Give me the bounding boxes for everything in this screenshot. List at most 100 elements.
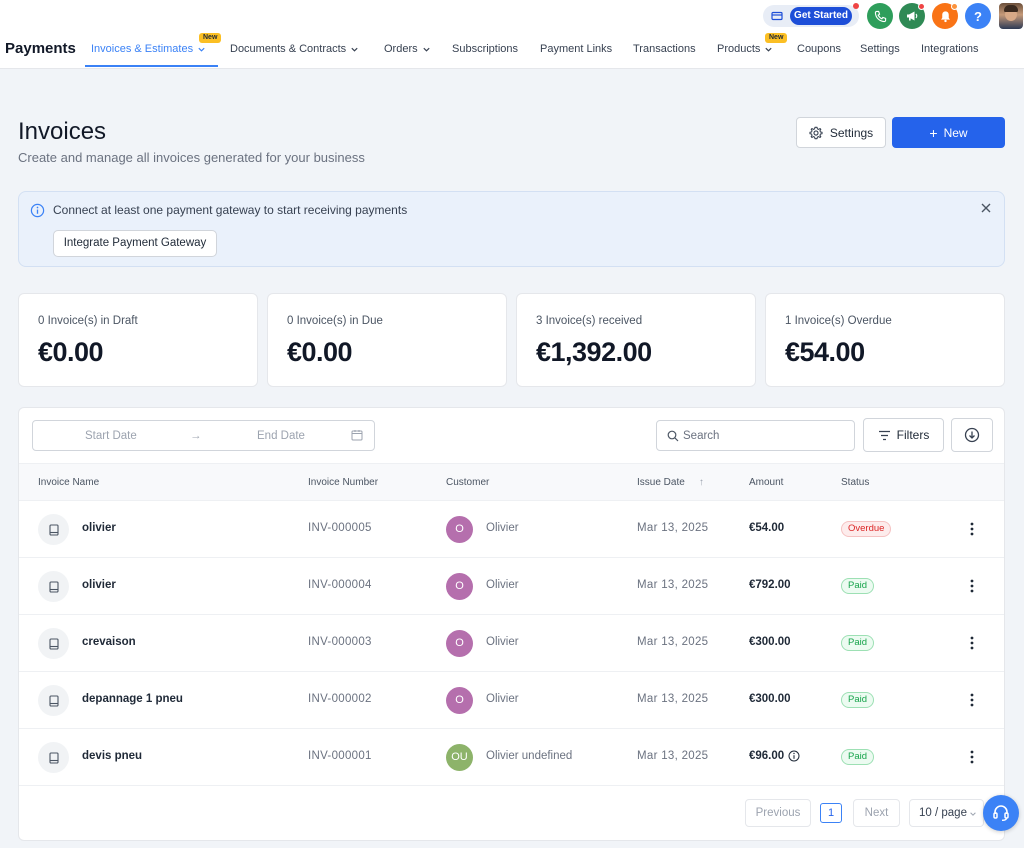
phone-button[interactable]	[867, 3, 893, 29]
invoice-number: INV-000003	[308, 636, 372, 648]
more-vertical-icon[interactable]	[969, 521, 975, 537]
status-badge: Paid	[841, 635, 875, 651]
customer-name: Olivier	[486, 579, 519, 591]
page-number-button[interactable]: 1	[820, 803, 842, 823]
customer-name: Olivier	[486, 522, 519, 534]
nav-label: Orders	[384, 43, 418, 55]
previous-page-button[interactable]: Previous	[745, 799, 811, 827]
top-utility-bar: Get Started ?	[0, 0, 1024, 32]
search-icon	[667, 430, 679, 442]
column-header-label: Issue Date	[637, 477, 685, 488]
announcements-button[interactable]	[899, 3, 925, 29]
chevron-down-icon	[970, 812, 976, 816]
info-icon	[30, 203, 45, 218]
nav-coupons[interactable]: Coupons	[797, 43, 841, 55]
plus-icon: +	[929, 124, 938, 141]
nav-subscriptions[interactable]: Subscriptions	[452, 43, 518, 55]
table-row[interactable]: depannage 1 pneu INV-000002 O Olivier Ma…	[19, 672, 1004, 729]
more-vertical-icon[interactable]	[969, 635, 975, 651]
customer-avatar: O	[446, 630, 473, 657]
arrow-right-icon: →	[190, 430, 202, 442]
amount-value: €792.00	[749, 579, 791, 591]
customer-avatar: O	[446, 516, 473, 543]
new-invoice-button[interactable]: + New	[892, 117, 1005, 148]
invoice-name[interactable]: depannage 1 pneu	[82, 693, 183, 705]
table-row[interactable]: devis pneu INV-000001 OU Olivier undefin…	[19, 729, 1004, 786]
page-size-label: 10 / page	[919, 807, 967, 819]
end-date-input[interactable]: End Date	[257, 430, 305, 442]
issue-date: Mar 13, 2025	[637, 750, 709, 762]
brand-title: Payments	[5, 40, 76, 57]
nav-invoices-estimates[interactable]: Invoices & Estimates	[91, 43, 206, 55]
user-avatar[interactable]	[999, 3, 1023, 29]
amount-value: €54.00	[749, 522, 785, 534]
stat-value: €0.00	[38, 337, 104, 367]
support-chat-button[interactable]	[983, 795, 1019, 831]
nav-label: Coupons	[797, 43, 842, 55]
table-row[interactable]: olivier INV-000005 O Olivier Mar 13, 202…	[19, 501, 1004, 558]
notifications-button[interactable]	[932, 3, 958, 29]
invoice-name[interactable]: olivier	[82, 522, 116, 534]
amount: €54.00	[749, 522, 784, 534]
invoice-name[interactable]: devis pneu	[82, 750, 142, 762]
help-button[interactable]: ?	[965, 3, 991, 29]
search-input[interactable]	[683, 427, 843, 445]
more-vertical-icon[interactable]	[969, 749, 975, 765]
table-row[interactable]: crevaison INV-000003 O Olivier Mar 13, 2…	[19, 615, 1004, 672]
info-icon[interactable]	[788, 750, 800, 762]
status-badge: Paid	[841, 578, 875, 594]
integrate-gateway-button[interactable]: Integrate Payment Gateway	[53, 230, 217, 257]
nav-settings[interactable]: Settings	[860, 43, 900, 55]
customer-avatar: O	[446, 573, 473, 600]
column-header-issue-date[interactable]: Issue Date ↑	[637, 477, 704, 488]
invoice-number: INV-000001	[308, 750, 372, 762]
column-header-customer[interactable]: Customer	[446, 477, 489, 488]
invoice-number: INV-000004	[308, 579, 372, 591]
more-vertical-icon[interactable]	[969, 578, 975, 594]
invoice-name[interactable]: olivier	[82, 579, 116, 591]
page-size-select[interactable]: 10 / page	[909, 799, 984, 827]
customer-avatar: OU	[446, 744, 473, 771]
next-page-button[interactable]: Next	[853, 799, 900, 827]
date-range-picker[interactable]: Start Date → End Date	[32, 420, 375, 451]
chevron-down-icon	[423, 47, 430, 52]
table-row[interactable]: olivier INV-000004 O Olivier Mar 13, 202…	[19, 558, 1004, 615]
get-started-button[interactable]: Get Started	[790, 7, 852, 25]
gear-icon	[809, 126, 823, 139]
stat-card-due: 0 Invoice(s) in Due €0.00	[267, 293, 507, 387]
invoice-name[interactable]: crevaison	[82, 636, 136, 648]
search-box[interactable]	[656, 420, 855, 451]
sort-ascending-icon[interactable]: ↑	[699, 477, 704, 488]
document-icon	[38, 742, 69, 773]
filters-button[interactable]: Filters	[863, 418, 944, 452]
chevron-down-icon	[351, 47, 358, 52]
get-started-pill[interactable]: Get Started	[763, 3, 859, 27]
settings-button[interactable]: Settings	[796, 117, 886, 148]
more-vertical-icon[interactable]	[969, 692, 975, 708]
issue-date: Mar 13, 2025	[637, 693, 709, 705]
column-header-status[interactable]: Status	[841, 477, 869, 488]
nav-documents-contracts[interactable]: Documents & Contracts	[230, 43, 359, 55]
column-header-invoice-number[interactable]: Invoice Number	[308, 477, 378, 488]
nav-transactions[interactable]: Transactions	[633, 43, 696, 55]
status-badge: Paid	[841, 692, 875, 708]
stat-card-received: 3 Invoice(s) received €1,392.00	[516, 293, 756, 387]
nav-products[interactable]: Products	[717, 43, 773, 55]
new-label: New	[943, 125, 968, 140]
start-date-input[interactable]: Start Date	[85, 430, 137, 442]
stat-value: €54.00	[785, 337, 865, 367]
column-header-amount[interactable]: Amount	[749, 477, 783, 488]
notification-dot	[853, 3, 859, 9]
nav-payment-links[interactable]: Payment Links	[540, 43, 612, 55]
amount-value: €300.00	[749, 693, 791, 705]
active-tab-underline	[85, 65, 218, 67]
nav-label: Invoices & Estimates	[91, 43, 194, 55]
nav-integrations[interactable]: Integrations	[921, 43, 978, 55]
settings-label: Settings	[829, 125, 874, 140]
amount-value: €96.00	[749, 750, 785, 762]
notification-dot	[951, 3, 958, 10]
download-button[interactable]	[951, 418, 993, 452]
column-header-invoice-name[interactable]: Invoice Name	[38, 477, 99, 488]
close-icon[interactable]	[980, 202, 992, 214]
nav-orders[interactable]: Orders	[384, 43, 431, 55]
